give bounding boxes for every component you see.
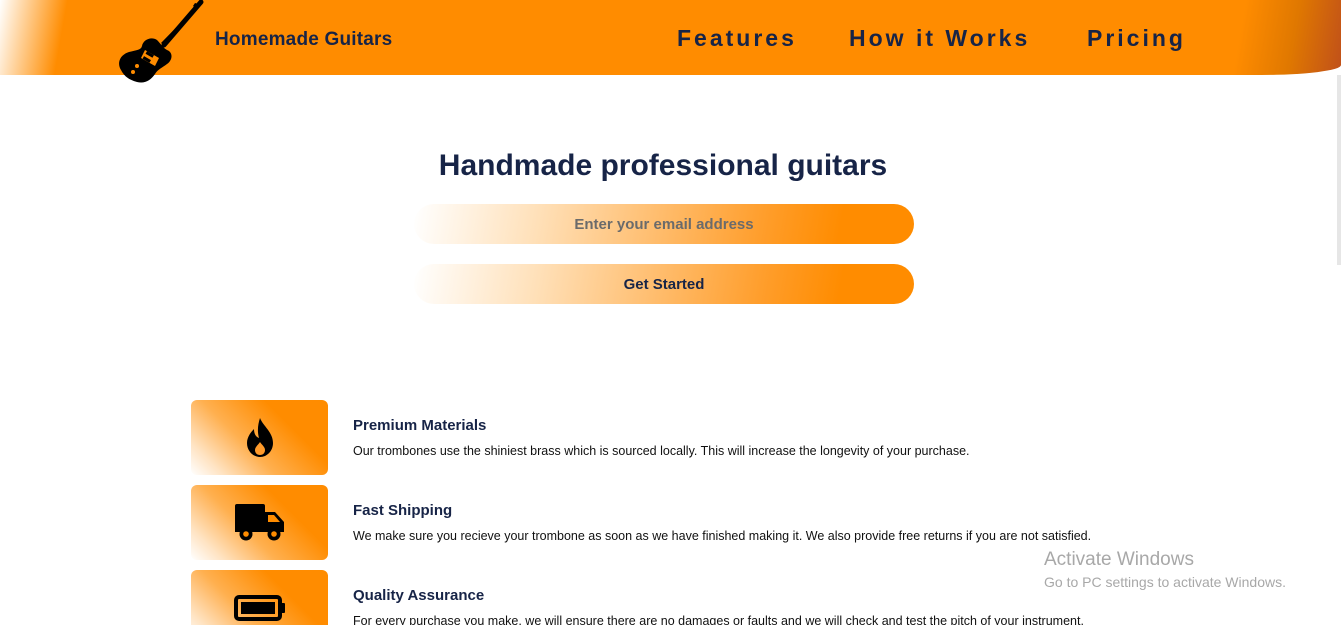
fire-icon xyxy=(246,417,273,457)
feature-icon-box-materials xyxy=(191,400,328,475)
feature-icon-box-quality xyxy=(191,570,328,625)
feature-title: Quality Assurance xyxy=(353,587,485,604)
feature-description: Our trombones use the shiniest brass whi… xyxy=(353,444,970,458)
hero-title: Handmade professional guitars xyxy=(438,149,888,182)
feature-title: Premium Materials xyxy=(353,417,487,434)
get-started-button[interactable]: Get Started xyxy=(414,264,914,304)
feature-title: Fast Shipping xyxy=(353,502,453,519)
feature-description: For every purchase you make, we will ens… xyxy=(353,614,1084,625)
battery-full-icon xyxy=(233,594,285,621)
activate-windows-subtitle: Go to PC settings to activate Windows. xyxy=(1044,574,1286,590)
activate-windows-title: Activate Windows xyxy=(1044,549,1194,570)
nav-link-features[interactable]: Features xyxy=(677,25,797,52)
nav-link-pricing[interactable]: Pricing xyxy=(1087,25,1186,52)
feature-description: We make sure you recieve your trombone a… xyxy=(353,529,1092,543)
nav-link-how-it-works[interactable]: How it Works xyxy=(849,25,1030,52)
truck-icon xyxy=(234,503,284,540)
guitar-logo-icon[interactable] xyxy=(115,0,207,84)
email-input[interactable] xyxy=(414,204,914,244)
brand-name[interactable]: Homemade Guitars xyxy=(215,29,392,51)
vertical-scrollbar[interactable] xyxy=(1337,75,1341,265)
feature-icon-box-shipping xyxy=(191,485,328,560)
